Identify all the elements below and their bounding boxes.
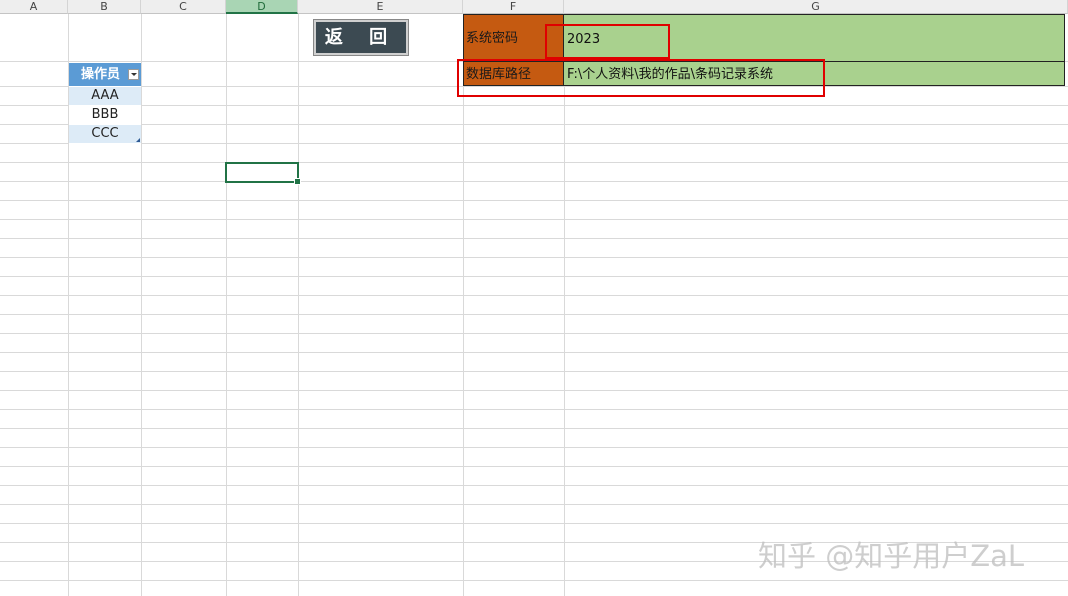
password-label-cell: 系统密码	[463, 14, 564, 61]
gridline	[0, 352, 1068, 353]
operator-row[interactable]: BBB	[69, 106, 141, 125]
db-path-label-cell: 数据库路径	[463, 62, 564, 86]
gridline	[0, 371, 1068, 372]
gridline	[0, 143, 1068, 144]
column-header-g[interactable]: G	[564, 0, 1068, 14]
gridline	[0, 181, 1068, 182]
gridline	[0, 162, 1068, 163]
return-button[interactable]: 返 回	[313, 19, 409, 56]
gridline	[0, 257, 1068, 258]
gridline	[226, 14, 227, 596]
gridline	[0, 200, 1068, 201]
filter-dropdown-icon[interactable]	[128, 69, 139, 80]
column-header-f[interactable]: F	[463, 0, 564, 14]
table-resize-handle-icon[interactable]	[136, 138, 140, 142]
column-header-a[interactable]: A	[0, 0, 68, 14]
gridline	[298, 14, 299, 596]
gridline	[141, 14, 142, 596]
column-header-c[interactable]: C	[141, 0, 226, 14]
operator-row[interactable]: CCC	[69, 125, 141, 144]
active-cell-cursor[interactable]	[225, 162, 301, 185]
gridline	[0, 523, 1068, 524]
operator-row[interactable]: AAA	[69, 87, 141, 106]
gridline	[0, 409, 1068, 410]
gridline	[0, 219, 1068, 220]
gridline	[0, 314, 1068, 315]
gridline	[0, 447, 1068, 448]
gridline	[0, 485, 1068, 486]
gridline	[0, 504, 1068, 505]
gridline	[0, 580, 1068, 581]
gridline	[0, 86, 1068, 87]
gridline	[0, 105, 1068, 106]
gridline	[0, 124, 1068, 125]
operator-header-label: 操作员	[81, 67, 121, 82]
gridline	[0, 238, 1068, 239]
gridline	[564, 14, 565, 596]
db-path-value-cell[interactable]: F:\个人资料\我的作品\条码记录系统	[564, 62, 1065, 86]
gridline	[463, 14, 464, 596]
settings-divider	[463, 61, 1065, 62]
column-header-b[interactable]: B	[68, 0, 141, 14]
column-header-d[interactable]: D	[226, 0, 298, 14]
watermark: 知乎 @知乎用户ZaL	[758, 539, 1025, 573]
gridline	[0, 276, 1068, 277]
password-value-cell[interactable]: 2023	[564, 14, 1065, 61]
gridline	[0, 428, 1068, 429]
gridline	[0, 390, 1068, 391]
spreadsheet[interactable]: A B C D E F G 操作员 AAA BBB CCC 返 回 系统密码 2…	[0, 0, 1068, 596]
operator-table-header[interactable]: 操作员	[69, 63, 141, 87]
gridline	[0, 466, 1068, 467]
operator-row-label: CCC	[91, 126, 119, 141]
gridline	[0, 333, 1068, 334]
column-header-e[interactable]: E	[298, 0, 463, 14]
gridline	[0, 295, 1068, 296]
